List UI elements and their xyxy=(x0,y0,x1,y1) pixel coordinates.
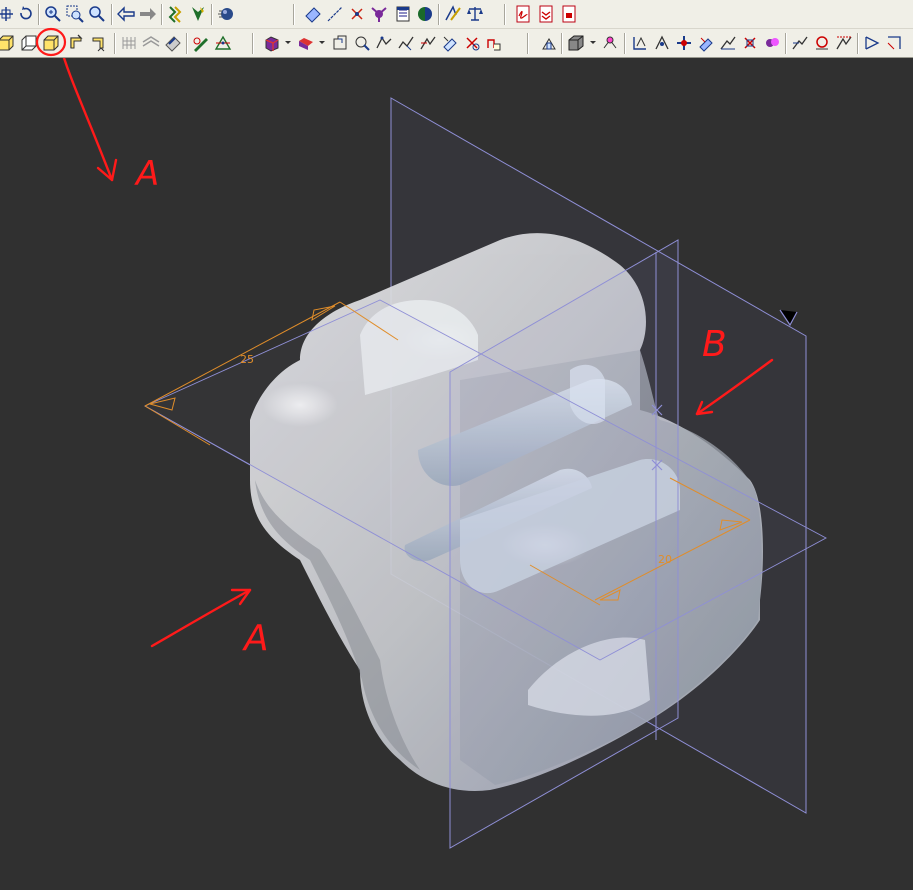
annotation-arrow-a-lower xyxy=(150,588,252,648)
next-view-icon[interactable] xyxy=(138,4,158,24)
render-sphere-icon[interactable] xyxy=(216,4,236,24)
dimension-upper-label: 25 xyxy=(240,353,254,366)
plane-icon[interactable] xyxy=(303,4,323,24)
relation-3-icon[interactable] xyxy=(396,33,416,53)
point-icon[interactable] xyxy=(347,4,367,24)
feature-9-icon[interactable] xyxy=(812,33,832,53)
toolbar-row-1 xyxy=(0,0,913,29)
section-icon[interactable] xyxy=(141,33,161,53)
view-rotate-right-icon[interactable] xyxy=(89,33,109,53)
part-icon[interactable] xyxy=(600,33,620,53)
toolbar-area xyxy=(0,0,913,58)
coordinate-system-icon[interactable] xyxy=(369,4,389,24)
annotation-label-a-upper: A xyxy=(134,154,159,194)
feature-2-icon[interactable] xyxy=(652,33,672,53)
sketch-plane-icon[interactable] xyxy=(163,33,183,53)
relation-4-icon[interactable] xyxy=(418,33,438,53)
feature-8-icon[interactable] xyxy=(790,33,810,53)
view-rotate-left-icon[interactable] xyxy=(67,33,87,53)
annotation-label-a-lower: A xyxy=(242,618,269,659)
feature-3-icon[interactable] xyxy=(674,33,694,53)
feature-5-icon[interactable] xyxy=(718,33,738,53)
layer-icon[interactable] xyxy=(393,4,413,24)
feature-0-icon[interactable] xyxy=(484,33,504,53)
constraint-icon[interactable] xyxy=(330,33,350,53)
zoom-window-icon[interactable] xyxy=(65,4,85,24)
pdf-publish-icon[interactable] xyxy=(559,4,579,24)
annotation-label-b: B xyxy=(702,324,727,365)
origin-icon[interactable] xyxy=(213,33,233,53)
grid-icon[interactable] xyxy=(119,33,139,53)
balance-icon[interactable] xyxy=(465,4,485,24)
pan-icon[interactable] xyxy=(0,4,16,24)
zoom-icon[interactable] xyxy=(87,4,107,24)
model-scene[interactable]: 25 20 A A B xyxy=(0,58,913,890)
view-back-icon[interactable] xyxy=(19,33,39,53)
pdf-icon[interactable] xyxy=(513,4,533,24)
relation-1-icon[interactable] xyxy=(352,33,372,53)
relation-2-icon[interactable] xyxy=(374,33,394,53)
cube-icon[interactable] xyxy=(566,33,586,53)
feature-10-icon[interactable] xyxy=(834,33,854,53)
pdf-export-icon[interactable] xyxy=(536,4,556,24)
3d-viewport[interactable]: 25 20 A A B xyxy=(0,58,913,890)
display-style-icon[interactable] xyxy=(262,33,282,53)
axis-icon[interactable] xyxy=(325,4,345,24)
toolbar-row-2 xyxy=(0,29,913,57)
feature-6-icon[interactable] xyxy=(740,33,760,53)
zoom-in-icon[interactable] xyxy=(43,4,63,24)
feature-11-icon[interactable] xyxy=(862,33,882,53)
feature-1-icon[interactable] xyxy=(630,33,650,53)
feature-4-icon[interactable] xyxy=(696,33,716,53)
feature-7-icon[interactable] xyxy=(762,33,782,53)
measure-icon[interactable] xyxy=(443,4,463,24)
previous-view-icon[interactable] xyxy=(116,4,136,24)
rotate-icon[interactable] xyxy=(16,4,36,24)
feature-12-icon[interactable] xyxy=(884,33,904,53)
view-front-icon[interactable] xyxy=(0,33,16,53)
annotation-arrow-a-upper xyxy=(62,58,118,182)
relation-6-icon[interactable] xyxy=(462,33,482,53)
hidden-lines-icon[interactable] xyxy=(296,33,316,53)
named-views-icon[interactable] xyxy=(166,4,186,24)
assembly-icon[interactable] xyxy=(539,33,559,53)
dimension-lower-label: 20 xyxy=(658,553,672,566)
relation-5-icon[interactable] xyxy=(440,33,460,53)
shading-icon[interactable] xyxy=(415,4,435,24)
cad-window: 25 20 A A B xyxy=(0,0,913,890)
flag-view-icon[interactable] xyxy=(188,4,208,24)
view-isometric-icon[interactable] xyxy=(41,33,61,53)
edit-sketch-icon[interactable] xyxy=(191,33,211,53)
